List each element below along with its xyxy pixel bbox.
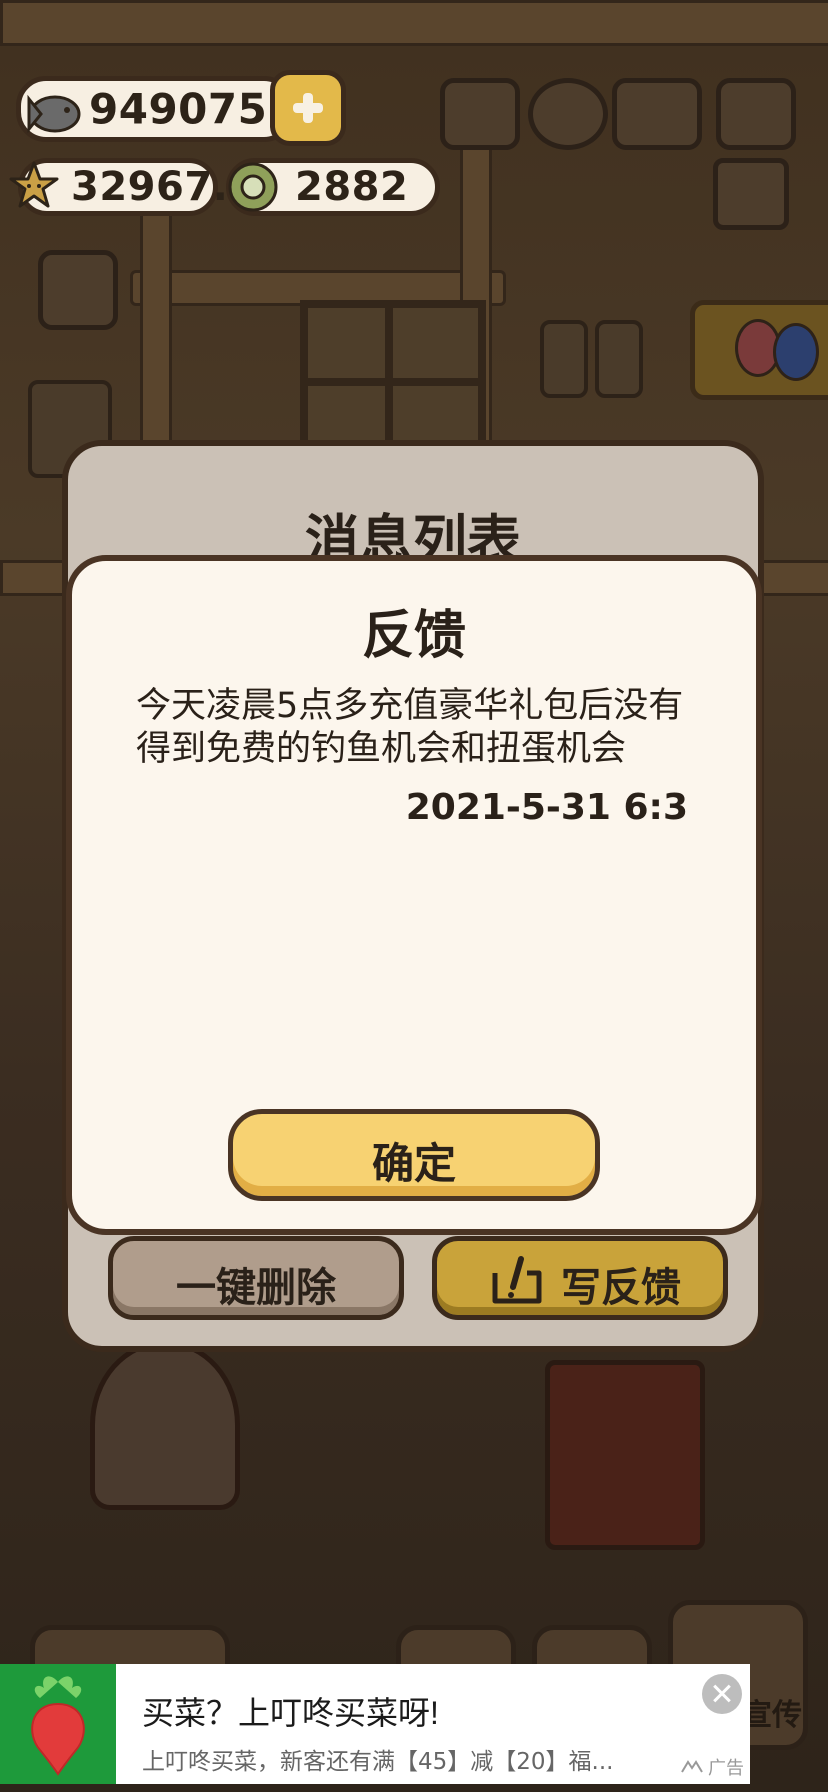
feedback-date: 2021-5-31 6:3 <box>405 787 688 828</box>
feedback-dialog: 反馈 今天凌晨5点多充值豪华礼包后没有得到免费的钓鱼机会和扭蛋机会 2021-5… <box>66 555 762 1235</box>
gear-icon[interactable] <box>528 78 608 150</box>
write-feedback-label: 写反馈 <box>561 1265 681 1311</box>
gem-icon <box>228 162 278 212</box>
book-icon[interactable] <box>612 78 702 150</box>
pencil-icon <box>492 1256 542 1304</box>
ad-tag: 广告 <box>708 1758 744 1779</box>
ad-description: 上叮咚买菜，新客还有满【45】减【20】福... <box>142 1749 614 1775</box>
blue-balloon-icon <box>773 323 819 381</box>
confirm-label: 确定 <box>371 1139 456 1188</box>
ad-logo <box>0 1664 116 1784</box>
gacha-machine[interactable] <box>90 1340 240 1510</box>
ad-title: 买菜？上叮咚买菜呀! <box>142 1695 439 1731</box>
confirm-button[interactable]: 确定 <box>228 1109 600 1201</box>
radish-icon <box>31 1676 85 1776</box>
feedback-title: 反馈 <box>361 606 466 666</box>
star-icon <box>9 161 59 208</box>
promo-label: 宣传 <box>742 1698 802 1733</box>
delete-all-label: 一键删除 <box>176 1265 336 1311</box>
fish-icon <box>27 94 81 134</box>
write-feedback-button[interactable]: 写反馈 <box>432 1236 728 1320</box>
decor-item <box>540 320 588 398</box>
fish-currency: 949075 <box>16 76 294 142</box>
notice-board-icon[interactable] <box>713 158 789 230</box>
ad-banner[interactable]: 买菜？上叮咚买菜呀! 上叮咚买菜，新客还有满【45】减【20】福... 广告 <box>0 1664 750 1784</box>
camera-icon[interactable] <box>716 78 796 150</box>
feedback-message: 今天凌晨5点多充值豪华礼包后没有得到免费的钓鱼机会和扭蛋机会 <box>136 686 684 769</box>
add-fish-button[interactable] <box>270 70 346 146</box>
fish-count: 949075 <box>89 84 268 134</box>
ice-cream-machine[interactable] <box>545 1360 705 1550</box>
chef-hat-icon[interactable] <box>38 250 118 330</box>
ranking-icon[interactable] <box>440 78 520 150</box>
gem-count: 2882 <box>295 164 409 210</box>
ad-mark-icon <box>681 1760 703 1773</box>
balloon-sign[interactable] <box>690 300 828 400</box>
decor-item <box>595 320 643 398</box>
close-icon[interactable] <box>702 1674 742 1714</box>
ceiling-beam <box>0 0 828 46</box>
delete-all-button[interactable]: 一键删除 <box>108 1236 404 1320</box>
